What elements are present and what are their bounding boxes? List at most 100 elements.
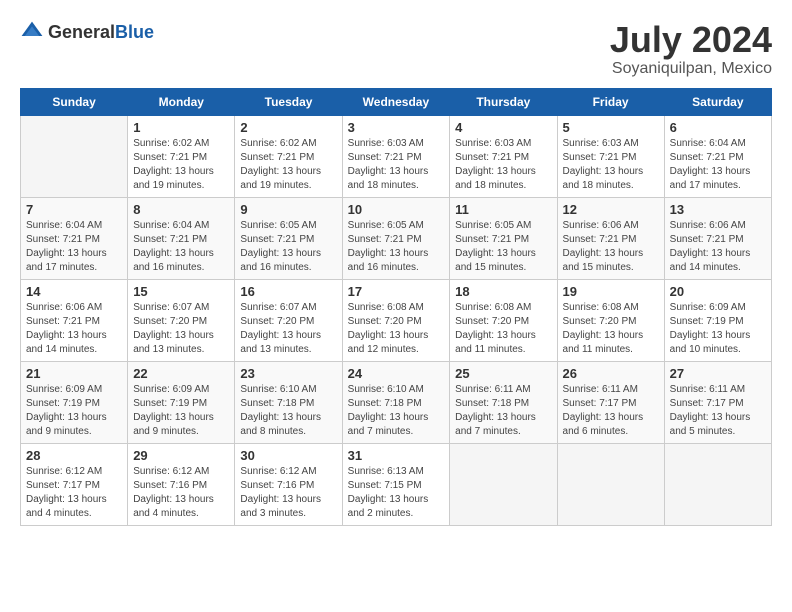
day-info: Sunrise: 6:02 AMSunset: 7:21 PMDaylight:… <box>240 137 336 193</box>
calendar-cell: 11 Sunrise: 6:05 AMSunset: 7:21 PMDayligh… <box>450 197 557 279</box>
logo-text: GeneralBlue <box>48 22 154 43</box>
calendar-cell: 23 Sunrise: 6:10 AMSunset: 7:18 PMDayligh… <box>235 361 342 443</box>
day-info: Sunrise: 6:08 AMSunset: 7:20 PMDaylight:… <box>563 301 659 357</box>
day-info: Sunrise: 6:12 AMSunset: 7:16 PMDaylight:… <box>240 465 336 521</box>
week-row-5: 28Sunrise: 6:12 AMSunset: 7:17 PMDayligh… <box>21 443 772 525</box>
header-day-friday: Friday <box>557 88 664 115</box>
calendar-cell: 13Sunrise: 6:06 AMSunset: 7:21 PMDayligh… <box>664 197 771 279</box>
calendar-cell: 28Sunrise: 6:12 AMSunset: 7:17 PMDayligh… <box>21 443 128 525</box>
calendar-cell: 20Sunrise: 6:09 AMSunset: 7:19 PMDayligh… <box>664 279 771 361</box>
day-number: 3 <box>348 120 445 135</box>
day-info: Sunrise: 6:07 AMSunset: 7:20 PMDaylight:… <box>133 301 229 357</box>
day-number: 24 <box>348 366 445 381</box>
day-info: Sunrise: 6:10 AMSunset: 7:18 PMDaylight:… <box>348 383 445 439</box>
day-info: Sunrise: 6:03 AMSunset: 7:21 PMDaylight:… <box>563 137 659 193</box>
calendar-cell: 22 Sunrise: 6:09 AMSunset: 7:19 PMDayligh… <box>128 361 235 443</box>
day-number: 2 <box>240 120 336 135</box>
calendar-cell: 30Sunrise: 6:12 AMSunset: 7:16 PMDayligh… <box>235 443 342 525</box>
logo: GeneralBlue <box>20 20 154 44</box>
day-info: Sunrise: 6:05 AMSunset: 7:21 PMDaylight:… <box>348 219 445 275</box>
day-info: Sunrise: 6:12 AMSunset: 7:16 PMDaylight:… <box>133 465 229 521</box>
day-info: Sunrise: 6:02 AMSunset: 7:21 PMDaylight:… <box>133 137 229 193</box>
week-row-4: 21Sunrise: 6:09 AMSunset: 7:19 PMDayligh… <box>21 361 772 443</box>
calendar-cell: 29 Sunrise: 6:12 AMSunset: 7:16 PMDayligh… <box>128 443 235 525</box>
calendar-cell: 9 Sunrise: 6:05 AMSunset: 7:21 PMDaylight… <box>235 197 342 279</box>
day-info: Sunrise: 6:04 AMSunset: 7:21 PMDaylight:… <box>26 219 122 275</box>
calendar-cell: 24 Sunrise: 6:10 AMSunset: 7:18 PMDayligh… <box>342 361 450 443</box>
calendar-cell: 19 Sunrise: 6:08 AMSunset: 7:20 PMDayligh… <box>557 279 664 361</box>
main-title: July 2024 <box>610 20 772 60</box>
header-day-tuesday: Tuesday <box>235 88 342 115</box>
day-info: Sunrise: 6:09 AMSunset: 7:19 PMDaylight:… <box>133 383 229 439</box>
header-day-wednesday: Wednesday <box>342 88 450 115</box>
day-number: 15 <box>133 284 229 299</box>
day-info: Sunrise: 6:06 AMSunset: 7:21 PMDaylight:… <box>563 219 659 275</box>
day-number: 10 <box>348 202 445 217</box>
day-number: 22 <box>133 366 229 381</box>
calendar-cell: 16 Sunrise: 6:07 AMSunset: 7:20 PMDayligh… <box>235 279 342 361</box>
calendar-cell: 3 Sunrise: 6:03 AMSunset: 7:21 PMDaylight… <box>342 115 450 197</box>
day-info: Sunrise: 6:03 AMSunset: 7:21 PMDaylight:… <box>455 137 551 193</box>
calendar-cell: 17 Sunrise: 6:08 AMSunset: 7:20 PMDayligh… <box>342 279 450 361</box>
day-number: 16 <box>240 284 336 299</box>
calendar-cell: 8 Sunrise: 6:04 AMSunset: 7:21 PMDaylight… <box>128 197 235 279</box>
day-info: Sunrise: 6:04 AMSunset: 7:21 PMDaylight:… <box>133 219 229 275</box>
day-info: Sunrise: 6:08 AMSunset: 7:20 PMDaylight:… <box>455 301 551 357</box>
day-number: 28 <box>26 448 122 463</box>
week-row-2: 7 Sunrise: 6:04 AMSunset: 7:21 PMDaylight… <box>21 197 772 279</box>
day-number: 13 <box>670 202 766 217</box>
day-number: 11 <box>455 202 551 217</box>
week-row-3: 14Sunrise: 6:06 AMSunset: 7:21 PMDayligh… <box>21 279 772 361</box>
calendar-cell: 25Sunrise: 6:11 AMSunset: 7:18 PMDayligh… <box>450 361 557 443</box>
calendar-cell <box>21 115 128 197</box>
day-info: Sunrise: 6:04 AMSunset: 7:21 PMDaylight:… <box>670 137 766 193</box>
header-day-thursday: Thursday <box>450 88 557 115</box>
day-info: Sunrise: 6:05 AMSunset: 7:21 PMDaylight:… <box>240 219 336 275</box>
calendar-cell: 15 Sunrise: 6:07 AMSunset: 7:20 PMDayligh… <box>128 279 235 361</box>
day-number: 1 <box>133 120 229 135</box>
day-info: Sunrise: 6:07 AMSunset: 7:20 PMDaylight:… <box>240 301 336 357</box>
day-info: Sunrise: 6:03 AMSunset: 7:21 PMDaylight:… <box>348 137 445 193</box>
calendar-cell: 18 Sunrise: 6:08 AMSunset: 7:20 PMDayligh… <box>450 279 557 361</box>
day-info: Sunrise: 6:05 AMSunset: 7:21 PMDaylight:… <box>455 219 551 275</box>
day-number: 9 <box>240 202 336 217</box>
day-number: 23 <box>240 366 336 381</box>
header-day-monday: Monday <box>128 88 235 115</box>
logo-blue: Blue <box>115 22 154 42</box>
day-info: Sunrise: 6:09 AMSunset: 7:19 PMDaylight:… <box>26 383 122 439</box>
day-number: 25 <box>455 366 551 381</box>
subtitle: Soyaniquilpan, Mexico <box>610 60 772 78</box>
day-number: 19 <box>563 284 659 299</box>
day-info: Sunrise: 6:09 AMSunset: 7:19 PMDaylight:… <box>670 301 766 357</box>
calendar-header: SundayMondayTuesdayWednesdayThursdayFrid… <box>21 88 772 115</box>
header-day-sunday: Sunday <box>21 88 128 115</box>
day-number: 29 <box>133 448 229 463</box>
day-info: Sunrise: 6:11 AMSunset: 7:17 PMDaylight:… <box>563 383 659 439</box>
day-number: 8 <box>133 202 229 217</box>
calendar-cell: 27Sunrise: 6:11 AMSunset: 7:17 PMDayligh… <box>664 361 771 443</box>
calendar-cell <box>664 443 771 525</box>
day-number: 18 <box>455 284 551 299</box>
logo-general: General <box>48 22 115 42</box>
day-number: 14 <box>26 284 122 299</box>
day-number: 7 <box>26 202 122 217</box>
day-number: 17 <box>348 284 445 299</box>
day-number: 26 <box>563 366 659 381</box>
day-number: 5 <box>563 120 659 135</box>
calendar-body: 1 Sunrise: 6:02 AMSunset: 7:21 PMDaylight… <box>21 115 772 525</box>
calendar-cell: 12Sunrise: 6:06 AMSunset: 7:21 PMDayligh… <box>557 197 664 279</box>
day-number: 31 <box>348 448 445 463</box>
day-info: Sunrise: 6:08 AMSunset: 7:20 PMDaylight:… <box>348 301 445 357</box>
calendar-cell: 26 Sunrise: 6:11 AMSunset: 7:17 PMDayligh… <box>557 361 664 443</box>
day-info: Sunrise: 6:10 AMSunset: 7:18 PMDaylight:… <box>240 383 336 439</box>
title-block: July 2024 Soyaniquilpan, Mexico <box>610 20 772 78</box>
calendar-cell: 31Sunrise: 6:13 AMSunset: 7:15 PMDayligh… <box>342 443 450 525</box>
calendar-cell: 5 Sunrise: 6:03 AMSunset: 7:21 PMDaylight… <box>557 115 664 197</box>
page-header: GeneralBlue July 2024 Soyaniquilpan, Mex… <box>20 20 772 78</box>
calendar-cell: 4Sunrise: 6:03 AMSunset: 7:21 PMDaylight… <box>450 115 557 197</box>
calendar-cell <box>557 443 664 525</box>
header-day-saturday: Saturday <box>664 88 771 115</box>
header-row: SundayMondayTuesdayWednesdayThursdayFrid… <box>21 88 772 115</box>
day-number: 27 <box>670 366 766 381</box>
week-row-1: 1 Sunrise: 6:02 AMSunset: 7:21 PMDaylight… <box>21 115 772 197</box>
